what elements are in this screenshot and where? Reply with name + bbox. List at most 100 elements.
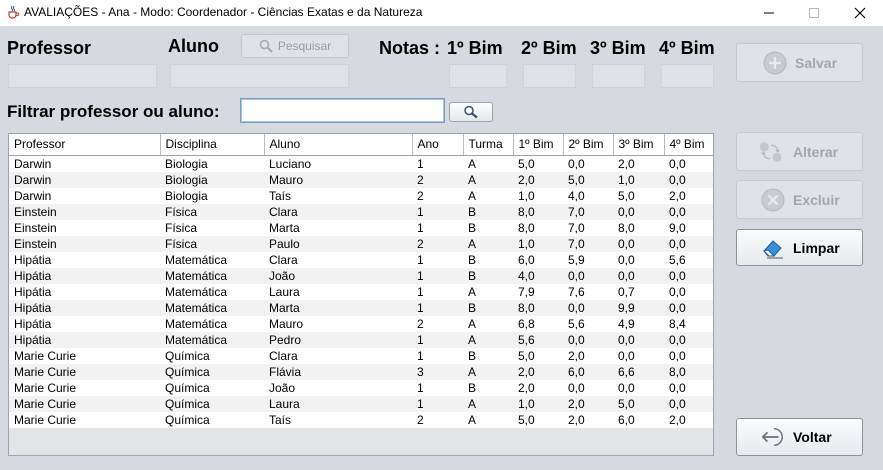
table-row[interactable]: Einstein Física Clara 1 B 8,0 7,0 0,0 0,0 <box>9 203 713 220</box>
table-cell: 4,9 <box>618 316 635 331</box>
table-cell: 1 <box>417 220 424 235</box>
alterar-button[interactable]: Alterar <box>736 132 863 171</box>
table-row[interactable]: Marie Curie Química João 1 B 2,0 0,0 0,0 0,0 <box>9 379 713 396</box>
table-row[interactable]: Marie Curie Química Flávia 3 A 2,0 6,0 6,6 8,0 <box>9 363 713 380</box>
table-cell: Química <box>165 396 210 411</box>
bim2-label: 2º Bim <box>521 38 577 58</box>
table-cell: 5,0 <box>518 412 535 427</box>
voltar-button[interactable]: Voltar <box>736 418 863 456</box>
table-cell: Física <box>165 204 198 219</box>
table-cell: 1 <box>417 268 424 283</box>
table-cell: Matemática <box>165 268 228 283</box>
column-header[interactable]: Turma <box>463 134 514 156</box>
table-cell: 2,0 <box>568 412 585 427</box>
avaliacoes-table[interactable]: Professor Disciplina Aluno Ano Turma 1º Bim 2º… <box>8 133 714 456</box>
table-cell: 5,0 <box>618 396 635 411</box>
excluir-button[interactable]: Excluir <box>736 180 863 219</box>
table-row[interactable]: Einstein Física Paulo 2 A 1,0 7,0 0,0 0,0 <box>9 235 713 252</box>
magnifier-icon <box>259 39 273 53</box>
table-cell: 6,8 <box>518 316 535 331</box>
column-header[interactable]: 4º Bim <box>664 134 713 156</box>
table-row[interactable]: Darwin Biologia Mauro 2 A 2,0 5,0 1,0 0,0 <box>9 171 713 188</box>
pesquisar-button[interactable]: Pesquisar <box>241 34 349 58</box>
table-cell: 7,0 <box>568 220 585 235</box>
table-row[interactable]: Hipátia Matemática Laura 1 A 7,9 7,6 0,7 0,0 <box>9 283 713 300</box>
table-row[interactable]: Hipátia Matemática Mauro 2 A 6,8 5,6 4,9 8,4 <box>9 315 713 332</box>
close-icon <box>854 7 866 19</box>
table-cell: 2,0 <box>568 396 585 411</box>
table-row[interactable]: Darwin Biologia Taís 2 A 1,0 4,0 5,0 2,0 <box>9 187 713 204</box>
table-cell: Matemática <box>165 332 228 347</box>
table-cell: Marie Curie <box>14 396 77 411</box>
table-cell: Clara <box>269 204 298 219</box>
professor-field[interactable] <box>8 64 157 88</box>
table-cell: 6,0 <box>568 364 585 379</box>
minimize-icon <box>764 12 774 14</box>
column-header[interactable]: Ano <box>412 134 464 156</box>
table-cell: 1 <box>417 204 424 219</box>
window-title: AVALIAÇÕES - Ana - Modo: Coordenador - C… <box>24 5 423 19</box>
table-cell: 0,0 <box>669 284 686 299</box>
table-cell: Química <box>165 412 210 427</box>
column-header[interactable]: 3º Bim <box>613 134 665 156</box>
table-header-row: Professor Disciplina Aluno Ano Turma 1º Bim 2º… <box>9 134 713 156</box>
aluno-field[interactable] <box>170 64 349 88</box>
table-cell: Matemática <box>165 284 228 299</box>
column-header[interactable]: 2º Bim <box>563 134 614 156</box>
bim3-field[interactable] <box>592 64 645 88</box>
table-cell: 0,0 <box>568 156 585 171</box>
table-cell: 2,0 <box>669 188 686 203</box>
table-cell: B <box>468 380 477 395</box>
swap-arrows-icon <box>759 140 783 164</box>
column-header[interactable]: Aluno <box>264 134 413 156</box>
table-cell: 0,0 <box>618 348 635 363</box>
bim2-field[interactable] <box>523 64 576 88</box>
table-row[interactable]: Hipátia Matemática João 1 B 4,0 0,0 0,0 0,0 <box>9 267 713 284</box>
table-cell: A <box>468 396 477 411</box>
table-row[interactable]: Marie Curie Química Taís 2 A 5,0 2,0 6,0 2,0 <box>9 411 713 428</box>
close-button[interactable] <box>837 0 883 26</box>
table-cell: Marie Curie <box>14 348 77 363</box>
table-row[interactable]: Hipátia Matemática Pedro 1 A 5,6 0,0 0,0 0,0 <box>9 331 713 348</box>
table-cell: A <box>468 332 477 347</box>
table-cell: 1 <box>417 332 424 347</box>
bim1-field[interactable] <box>449 64 507 88</box>
professor-label: Professor <box>7 38 92 58</box>
filter-input[interactable] <box>240 98 445 123</box>
notas-label: Notas : <box>379 38 441 58</box>
table-cell: Biologia <box>165 172 208 187</box>
excluir-button-label: Excluir <box>793 191 840 208</box>
salvar-button[interactable]: Salvar <box>736 43 863 82</box>
x-circle-icon <box>761 188 785 212</box>
column-header[interactable]: 1º Bim <box>513 134 564 156</box>
table-cell: Darwin <box>14 188 52 203</box>
limpar-button[interactable]: Limpar <box>736 229 863 266</box>
table-cell: Darwin <box>14 156 52 171</box>
maximize-button[interactable] <box>791 0 837 26</box>
table-cell: Hipátia <box>14 300 52 315</box>
bim4-field[interactable] <box>661 64 714 88</box>
column-header[interactable]: Professor <box>9 134 161 156</box>
table-row[interactable]: Darwin Biologia Luciano 1 A 5,0 0,0 2,0 0,0 <box>9 155 713 172</box>
table-row[interactable]: Hipátia Matemática Marta 1 B 8,0 0,0 9,9 0,0 <box>9 299 713 316</box>
table-row[interactable]: Einstein Física Marta 1 B 8,0 7,0 8,0 9,0 <box>9 219 713 236</box>
minimize-button[interactable] <box>746 0 792 26</box>
table-cell: A <box>468 412 477 427</box>
table-cell: 0,0 <box>618 236 635 251</box>
table-cell: 0,0 <box>669 268 686 283</box>
table-cell: B <box>468 300 477 315</box>
table-cell: A <box>468 172 477 187</box>
table-cell: Hipátia <box>14 252 52 267</box>
table-cell: A <box>468 364 477 379</box>
table-cell: 0,0 <box>669 396 686 411</box>
filter-search-button[interactable] <box>449 102 493 122</box>
eraser-icon <box>761 236 785 260</box>
table-cell: 1 <box>417 380 424 395</box>
table-cell: 8,0 <box>669 364 686 379</box>
table-cell: Darwin <box>14 172 52 187</box>
table-row[interactable]: Hipátia Matemática Clara 1 B 6,0 5,9 0,0 5,6 <box>9 251 713 268</box>
table-row[interactable]: Marie Curie Química Clara 1 B 5,0 2,0 0,0 0,0 <box>9 347 713 364</box>
table-cell: B <box>468 348 477 363</box>
column-header[interactable]: Disciplina <box>160 134 265 156</box>
table-row[interactable]: Marie Curie Química Laura 1 A 1,0 2,0 5,0 0,0 <box>9 395 713 412</box>
